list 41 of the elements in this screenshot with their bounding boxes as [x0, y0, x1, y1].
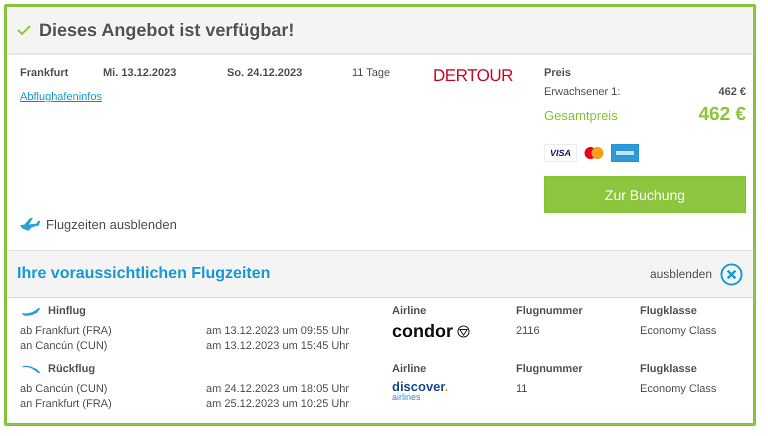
departure-city: Frankfurt	[20, 67, 70, 79]
flight-number: 2116	[516, 324, 541, 339]
leg-title: Rückflug	[48, 362, 96, 377]
airport-label: ab Cancún (CUN)	[20, 382, 108, 397]
flight-time: am 13.12.2023 um 15:45 Uhr	[206, 339, 350, 354]
flight-time: am 13.12.2023 um 09:55 Uhr	[206, 324, 350, 339]
price-label: Erwachsener 1:	[544, 86, 620, 98]
flight-times-toggle[interactable]: Flugzeiten ausblenden	[20, 217, 177, 232]
flight-class: Economy Class	[640, 382, 718, 397]
availability-title: Dieses Angebot ist verfügbar!	[39, 20, 294, 40]
amex-card-icon	[611, 144, 640, 162]
section-title: Ihre voraussichtlichen Flugzeiten	[17, 265, 270, 283]
outbound-date: Mi. 13.12.2023	[103, 67, 178, 79]
close-icon	[720, 262, 743, 286]
check-icon	[17, 24, 31, 36]
total-label: Gesamtpreis	[544, 108, 618, 123]
airport-label: an Cancún (CUN)	[20, 339, 108, 354]
leg-title: Hinflug	[48, 304, 86, 319]
flight-time: am 24.12.2023 um 18:05 Uhr	[206, 382, 350, 397]
price-value: 462 €	[718, 86, 746, 98]
trip-duration: 11 Tage	[352, 67, 392, 79]
airline-logo: discover. airlines	[392, 380, 450, 402]
total-price: 462 €	[698, 104, 746, 126]
column-heading: Flugklasse	[640, 362, 698, 377]
price-heading: Preis	[544, 67, 572, 79]
airline-logo: condor	[392, 321, 516, 341]
column-heading: Flugnummer	[516, 304, 584, 319]
column-heading: Airline	[392, 304, 428, 319]
flight-time: am 25.12.2023 um 10:25 Uhr	[206, 397, 350, 412]
return-date: So. 24.12.2023	[227, 67, 304, 79]
column-heading: Flugnummer	[516, 362, 584, 377]
column-heading: Flugklasse	[640, 304, 698, 319]
airport-label: ab Frankfurt (FRA)	[20, 324, 113, 339]
flight-number: 11	[516, 382, 528, 397]
mastercard-icon	[583, 146, 606, 160]
operator-logo: DERTOUR	[433, 66, 513, 86]
hide-button[interactable]: ausblenden	[650, 262, 743, 286]
column-heading: Airline	[392, 362, 428, 377]
airport-label: an Frankfurt (FRA)	[20, 397, 113, 412]
visa-logo: VISA	[544, 144, 578, 162]
flight-class: Economy Class	[640, 324, 718, 339]
